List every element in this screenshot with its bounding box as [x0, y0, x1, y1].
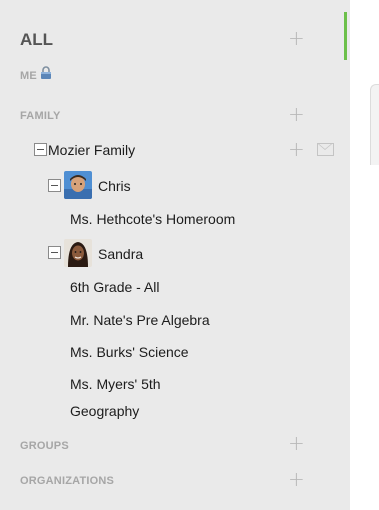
- all-label[interactable]: ALL: [20, 30, 53, 50]
- family-group-name[interactable]: Mozier Family: [48, 142, 135, 158]
- collapse-sandra-icon[interactable]: [48, 246, 61, 259]
- collapse-chris-icon[interactable]: [48, 179, 61, 192]
- active-indicator: [344, 12, 347, 60]
- sidebar-panel: ALL + ME FAMILY + Mozier Family + Chris …: [0, 0, 350, 510]
- me-label[interactable]: ME: [20, 70, 37, 82]
- mail-icon[interactable]: [317, 143, 334, 156]
- avatar-chris: [64, 171, 92, 199]
- family-label[interactable]: FAMILY: [20, 110, 61, 122]
- child-name-sandra[interactable]: Sandra: [98, 246, 143, 262]
- class-item[interactable]: Ms. Hethcote's Homeroom: [70, 211, 235, 227]
- avatar-sandra: [64, 239, 92, 267]
- groups-label[interactable]: GROUPS: [20, 440, 69, 452]
- organizations-label[interactable]: ORGANIZATIONS: [20, 475, 114, 487]
- add-family-plus-icon[interactable]: +: [288, 104, 305, 124]
- add-group-plus-icon[interactable]: +: [288, 433, 305, 453]
- child-name-chris[interactable]: Chris: [98, 178, 131, 194]
- class-item[interactable]: Ms. Burks' Science: [70, 344, 189, 360]
- lock-icon: [41, 66, 51, 79]
- class-item[interactable]: Ms. Myers' 5th: [70, 376, 161, 392]
- class-item[interactable]: 6th Grade - All: [70, 279, 160, 295]
- class-item[interactable]: Mr. Nate's Pre Algebra: [70, 312, 210, 328]
- add-family-member-plus-icon[interactable]: +: [288, 139, 305, 159]
- content-panel-edge: [370, 84, 379, 165]
- class-item[interactable]: Geography: [70, 403, 139, 419]
- add-organization-plus-icon[interactable]: +: [288, 469, 305, 489]
- collapse-family-icon[interactable]: [34, 143, 47, 156]
- add-all-plus-icon[interactable]: +: [288, 28, 305, 48]
